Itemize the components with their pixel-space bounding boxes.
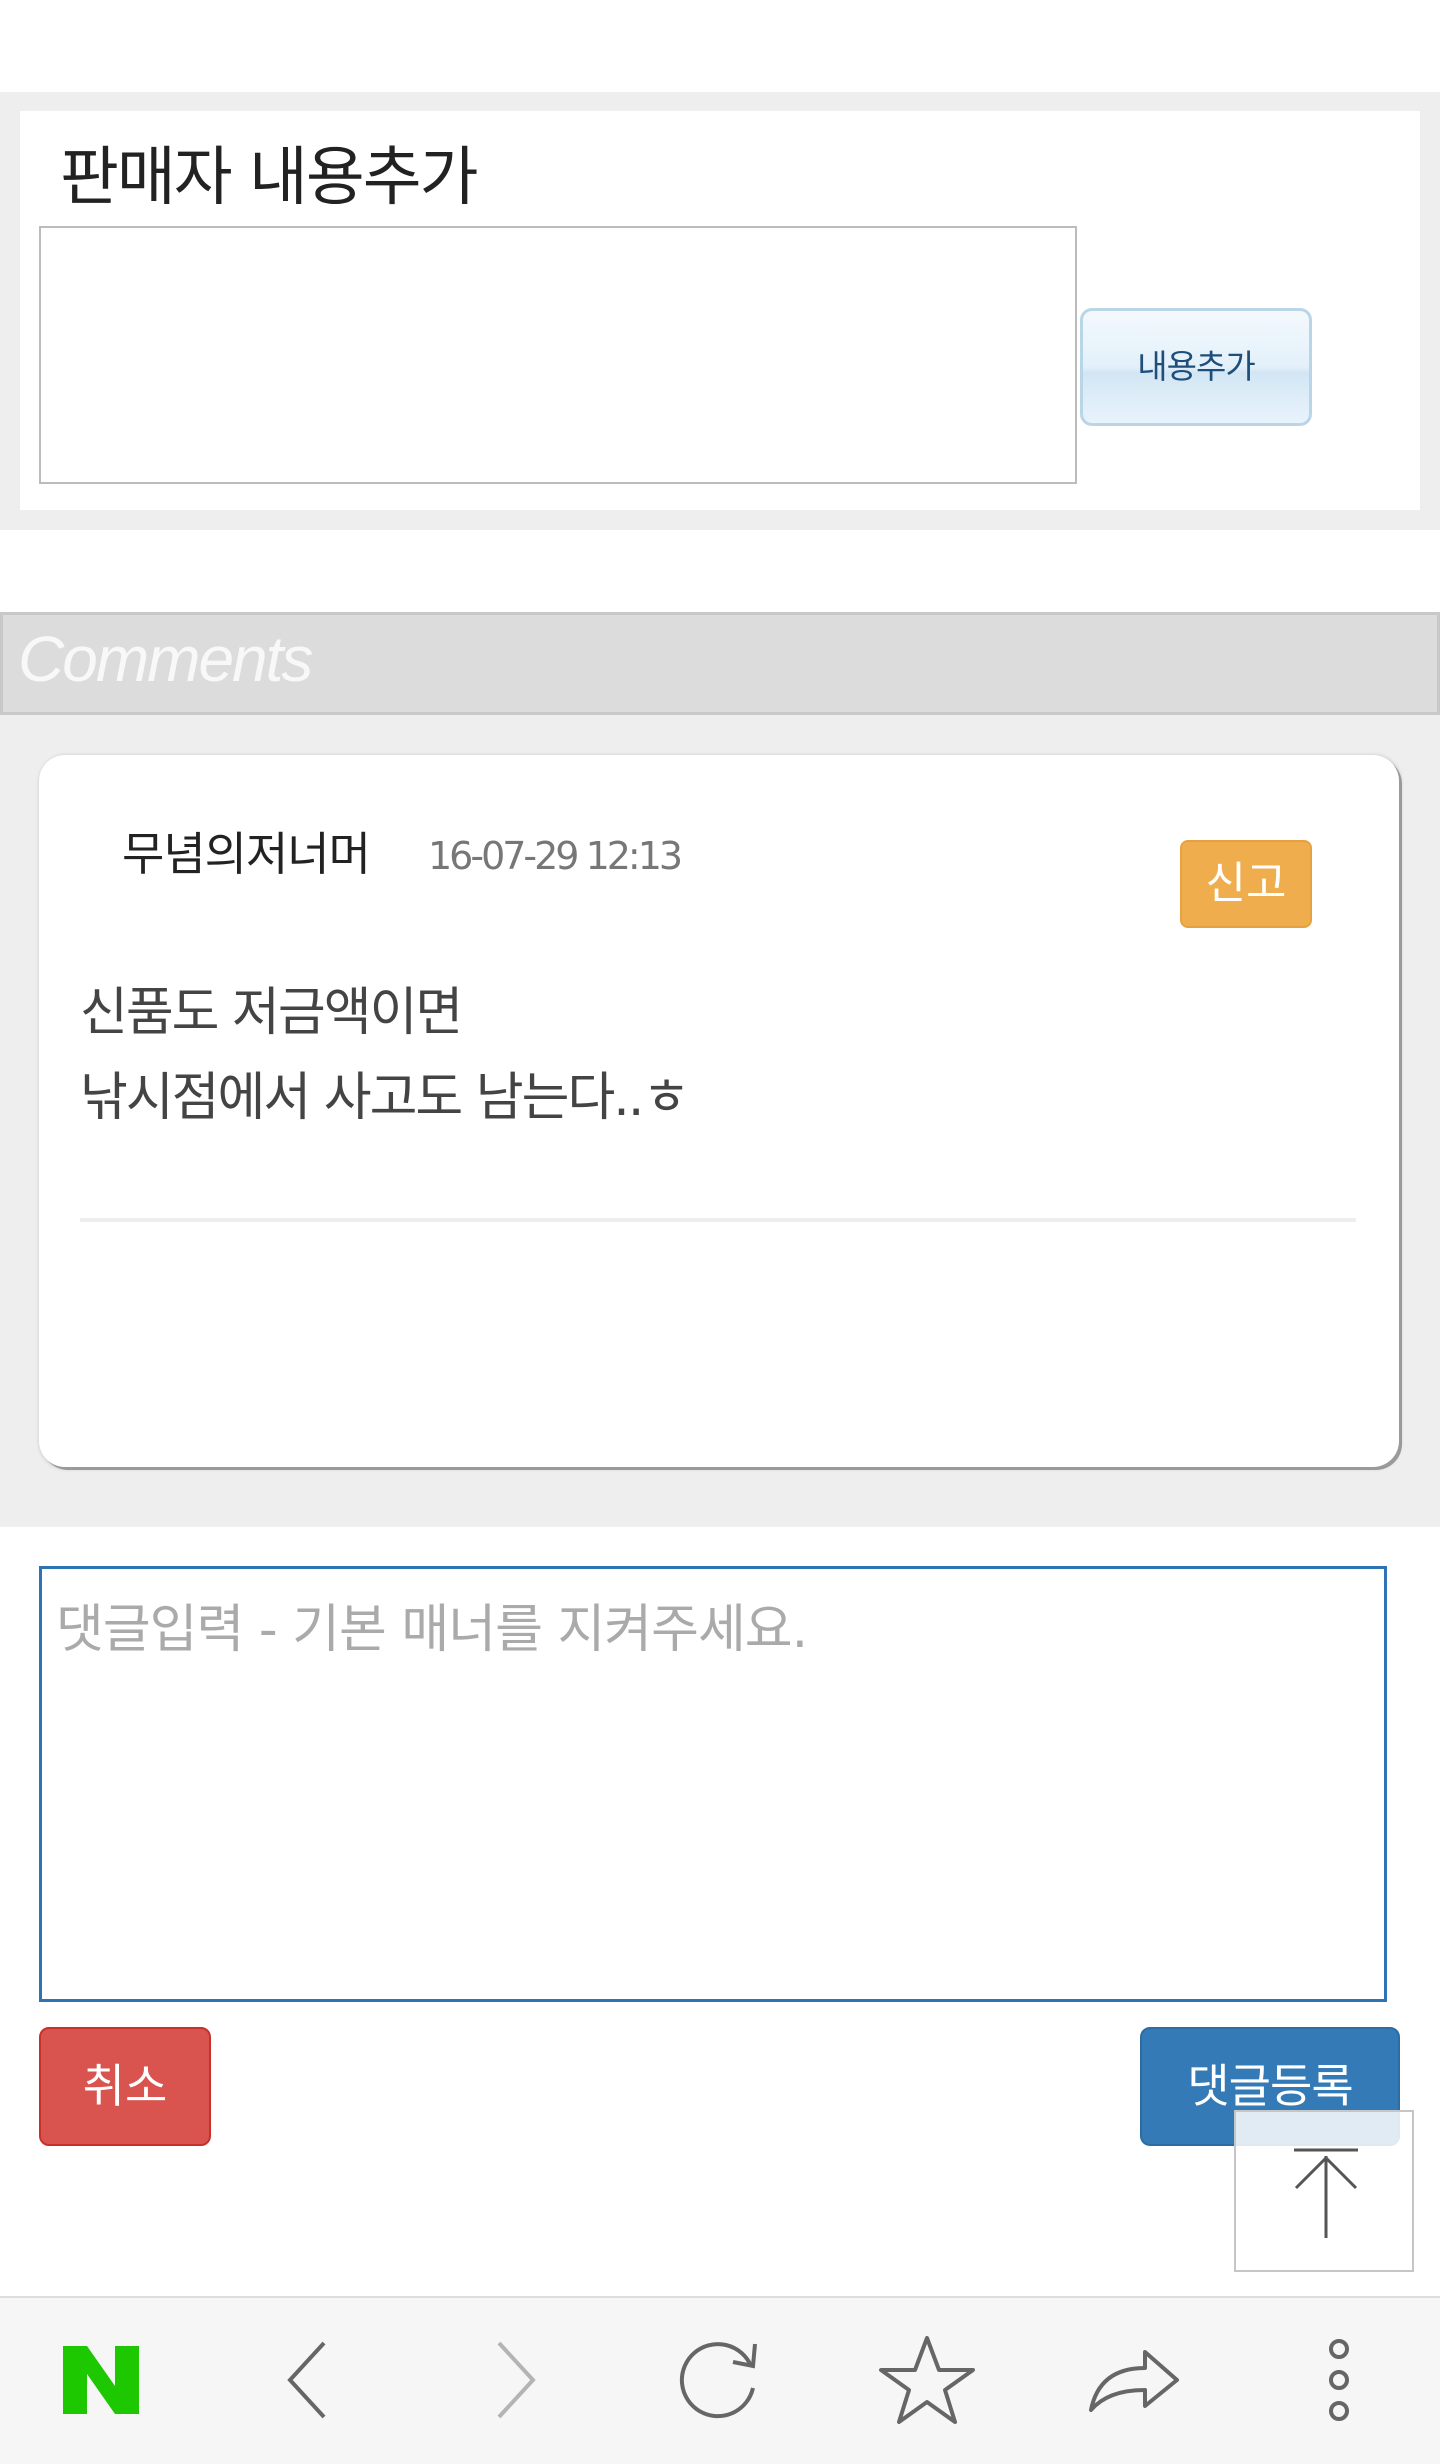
reload-button[interactable] [644,2296,794,2464]
reload-icon [679,2342,757,2419]
naver-logo-icon [63,2346,139,2414]
comments-title: Comments [18,623,313,695]
scroll-to-top-button[interactable] [1234,2110,1414,2272]
add-content-button[interactable]: 내용추가 [1080,308,1312,426]
comment-text-line: 신품도 저금액이면 [80,983,463,1043]
back-button[interactable] [233,2296,383,2464]
more-menu-button[interactable] [1264,2296,1414,2464]
comment-date: 16-07-29 12:13 [428,834,683,878]
seller-content-textarea[interactable] [39,226,1077,484]
comment-input[interactable] [39,1566,1387,2002]
seller-section-title: 판매자 내용추가 [60,141,479,215]
share-icon [1089,2350,1179,2412]
comment-text-line: 낚시점에서 사고도 남는다..ㅎ [80,1068,690,1128]
comment-divider [80,1218,1356,1222]
forward-arrow-icon [497,2341,536,2419]
bookmark-star-icon [879,2336,975,2424]
bookmark-button[interactable] [852,2296,1002,2464]
cancel-button[interactable]: 취소 [39,2027,211,2146]
naver-home-button[interactable] [26,2296,176,2464]
comment-author[interactable]: 무념의저너머 [122,818,371,884]
forward-button[interactable] [440,2296,590,2464]
report-button[interactable]: 신고 [1180,840,1312,928]
share-button[interactable] [1058,2296,1208,2464]
back-arrow-icon [287,2341,326,2419]
more-menu-icon [1329,2339,1349,2421]
arrow-up-icon [1294,2148,1358,2238]
